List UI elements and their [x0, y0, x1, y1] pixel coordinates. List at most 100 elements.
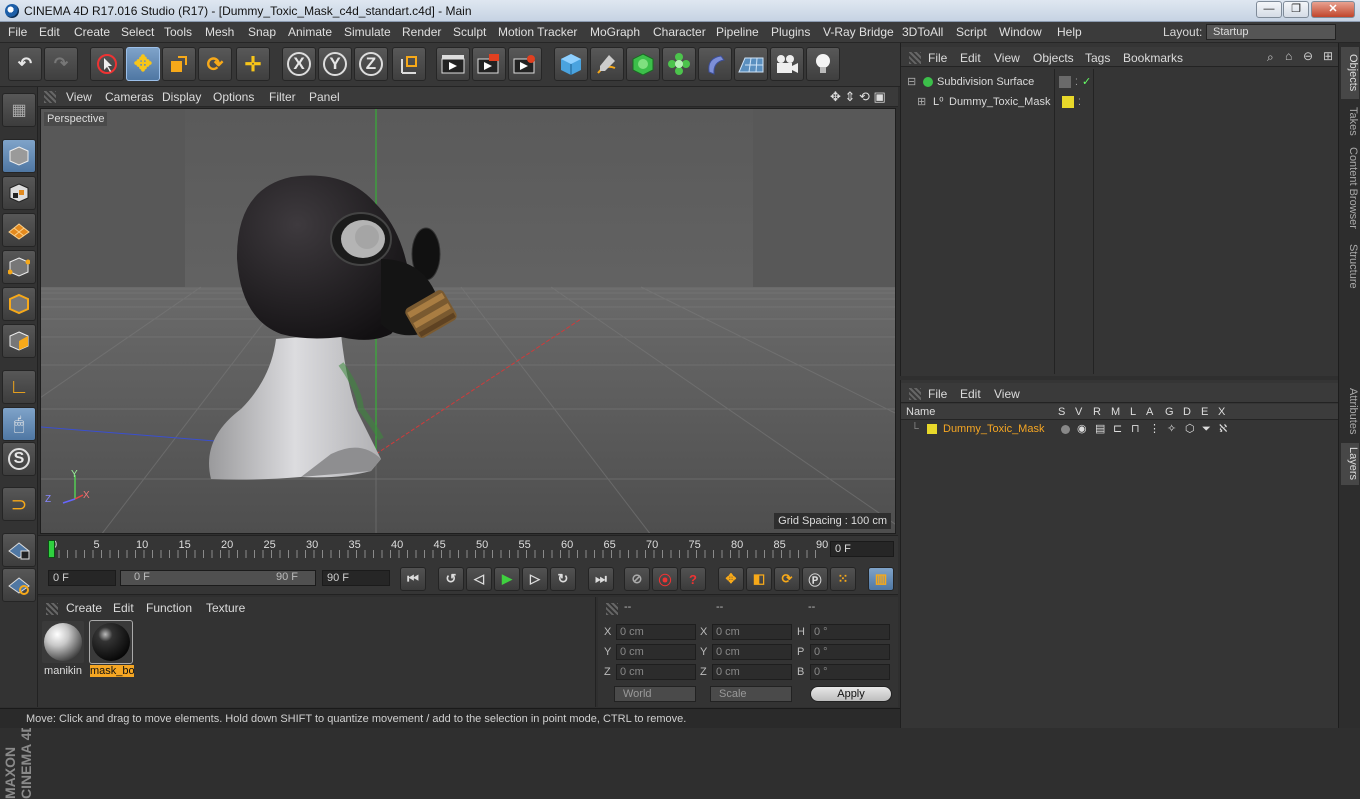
make-editable-icon[interactable]: ▦	[2, 93, 36, 127]
pos-z-field[interactable]: 0 cm	[616, 664, 696, 680]
clapper-icon[interactable]: ▤	[1095, 421, 1105, 437]
column-animation[interactable]: A	[1146, 404, 1153, 420]
maximize-button[interactable]: ❐	[1283, 1, 1309, 18]
deformer-icon[interactable]	[698, 47, 732, 81]
menu-window[interactable]: Window	[999, 25, 1042, 39]
menu-help[interactable]: Help	[1057, 25, 1082, 39]
go-to-start-icon[interactable]: ⏮	[400, 567, 426, 591]
layer-color-icon[interactable]	[1062, 96, 1074, 108]
viewport-menu-options[interactable]: Options	[213, 90, 254, 104]
objects-menu-bookmarks[interactable]: Bookmarks	[1123, 51, 1183, 65]
undo-icon[interactable]: ↶	[8, 47, 42, 81]
rot-b-field[interactable]: 0 °	[810, 664, 890, 680]
material-menu-edit[interactable]: Edit	[113, 601, 134, 615]
playhead-marker[interactable]	[48, 540, 55, 558]
menu-simulate[interactable]: Simulate	[344, 25, 391, 39]
close-button[interactable]: ✕	[1311, 1, 1355, 18]
menu-edit[interactable]: Edit	[39, 25, 60, 39]
objects-menu-edit[interactable]: Edit	[960, 51, 981, 65]
current-frame-field[interactable]: 0 F	[830, 541, 894, 557]
scale-tool-icon[interactable]	[162, 47, 196, 81]
size-z-field[interactable]: 0 cm	[712, 664, 792, 680]
subdivision-surface-icon[interactable]	[626, 47, 660, 81]
menu-file[interactable]: File	[8, 25, 27, 39]
object-row-subdivision-surface[interactable]: ⊟ Subdivision Surface ⁚ ✓	[905, 73, 1335, 91]
tree-expand-icon[interactable]: ⊟	[907, 73, 916, 91]
tab-structure[interactable]: Structure	[1341, 239, 1359, 293]
record-keys-icon[interactable]: ⊘	[624, 567, 650, 591]
start-frame-field[interactable]: 0 F	[48, 570, 116, 586]
enabled-check-icon[interactable]: ✓	[1082, 73, 1091, 91]
tab-attributes[interactable]: Attributes	[1341, 383, 1359, 439]
objects-menu-file[interactable]: File	[928, 51, 947, 65]
column-generators[interactable]: G	[1165, 404, 1174, 420]
tab-content-browser[interactable]: Content Browser	[1341, 143, 1359, 233]
axis-mode-icon[interactable]: ∟	[2, 370, 36, 404]
light-icon[interactable]	[806, 47, 840, 81]
menu-pipeline[interactable]: Pipeline	[716, 25, 759, 39]
column-expressions[interactable]: E	[1201, 404, 1208, 420]
menu-mograph[interactable]: MoGraph	[590, 25, 640, 39]
workplane-mode-icon[interactable]	[2, 213, 36, 247]
points-mode-icon[interactable]	[2, 250, 36, 284]
xref-icon[interactable]: ℵ	[1219, 421, 1227, 437]
model-mode-icon[interactable]	[2, 139, 36, 173]
live-selection-icon[interactable]	[90, 47, 124, 81]
end-frame-field[interactable]: 90 F	[322, 570, 390, 586]
next-keyframe-icon[interactable]: ↻	[550, 567, 576, 591]
layers-menu-edit[interactable]: Edit	[960, 387, 981, 401]
viewport-menu-filter[interactable]: Filter	[269, 90, 296, 104]
tab-layers[interactable]: Layers	[1341, 443, 1359, 485]
size-y-field[interactable]: 0 cm	[712, 644, 792, 660]
column-view[interactable]: V	[1075, 404, 1082, 420]
layout-select[interactable]: Startup	[1206, 24, 1336, 40]
go-to-end-icon[interactable]: ⏭	[588, 567, 614, 591]
objects-menu-tags[interactable]: Tags	[1085, 51, 1110, 65]
column-manager[interactable]: M	[1111, 404, 1120, 420]
material-menu-function[interactable]: Function	[146, 601, 192, 615]
key-scale-icon[interactable]: ◧	[746, 567, 772, 591]
tree-expand-icon[interactable]: ⊞	[917, 93, 926, 111]
menu-create[interactable]: Create	[74, 25, 110, 39]
material-menu-texture[interactable]: Texture	[206, 601, 245, 615]
menu-mesh[interactable]: Mesh	[205, 25, 234, 39]
objects-menu-view[interactable]: View	[994, 51, 1020, 65]
tab-objects[interactable]: Objects	[1341, 47, 1359, 99]
solo-dot-icon[interactable]	[1061, 425, 1070, 434]
new-window-icon[interactable]: ⊞	[1323, 49, 1333, 63]
menu-plugins[interactable]: Plugins	[771, 25, 810, 39]
tab-takes[interactable]: Takes	[1341, 103, 1359, 139]
locked-workplane-icon[interactable]	[2, 533, 36, 567]
visibility-dots-icon[interactable]: ⁚	[1078, 93, 1081, 111]
material-menu-create[interactable]: Create	[66, 601, 102, 615]
tweak-mode-icon[interactable]: 🖱	[2, 407, 36, 441]
home-icon[interactable]: ⌂	[1285, 49, 1292, 63]
link-icon[interactable]: ⊖	[1303, 49, 1313, 63]
redo-icon[interactable]: ↷	[44, 47, 78, 81]
previous-frame-icon[interactable]: ◁	[466, 567, 492, 591]
pen-spline-icon[interactable]	[590, 47, 624, 81]
viewport-menu-view[interactable]: View	[66, 90, 92, 104]
render-to-picture-viewer-icon[interactable]	[472, 47, 506, 81]
next-frame-icon[interactable]: ▷	[522, 567, 548, 591]
menu-select[interactable]: Select	[121, 25, 154, 39]
last-tool-icon[interactable]: ✛	[236, 47, 270, 81]
polygons-mode-icon[interactable]	[2, 324, 36, 358]
y-axis-lock-button[interactable]: Y	[318, 47, 352, 81]
size-mode-select[interactable]: Scale	[710, 686, 792, 702]
deformer-icon[interactable]: ⬡	[1185, 421, 1195, 437]
column-render[interactable]: R	[1093, 404, 1101, 420]
camera-icon[interactable]	[770, 47, 804, 81]
coordinate-space-select[interactable]: World	[614, 686, 696, 702]
timeline-ruler[interactable]: 051015202530354045505560657075808590 0 F	[38, 535, 898, 563]
timeline-window-icon[interactable]: ▥	[868, 567, 894, 591]
menu-render[interactable]: Render	[402, 25, 441, 39]
layers-menu-file[interactable]: File	[928, 387, 947, 401]
cloner-icon[interactable]	[662, 47, 696, 81]
menu-sculpt[interactable]: Sculpt	[453, 25, 486, 39]
visibility-dots-icon[interactable]: ⁚	[1075, 73, 1078, 91]
search-icon[interactable]: ⌕	[1267, 50, 1274, 65]
key-rotation-icon[interactable]: ⟳	[774, 567, 800, 591]
move-tool-icon[interactable]: ✥	[126, 47, 160, 81]
apply-button[interactable]: Apply	[810, 686, 892, 702]
